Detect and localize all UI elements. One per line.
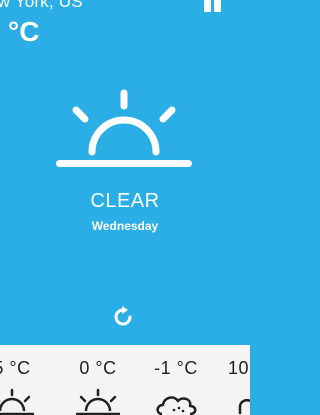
forecast-temperature: 0 °C (79, 358, 117, 378)
forecast-item[interactable]: 0 °C (68, 345, 128, 415)
battery-icon (204, 0, 221, 12)
current-weather-panel: ew York, US °C CLEAR Wednesday (0, 0, 250, 345)
forecast-item[interactable]: 10 (222, 345, 250, 415)
forecast-temperature: 10 (228, 358, 250, 378)
cloud-icon (156, 396, 197, 415)
forecast-item[interactable]: -1 °C (146, 345, 206, 415)
forecast-item[interactable]: 5 °C (0, 345, 42, 415)
refresh-icon[interactable] (110, 304, 136, 330)
forecast-temperature: 5 °C (0, 358, 31, 378)
sunrise-icon (56, 89, 192, 167)
sunrise-icon (0, 388, 34, 415)
forecast-strip[interactable]: 5 °C 0 °C -1 °C 10 (0, 345, 250, 415)
location-label: ew York, US (0, 0, 83, 11)
partial-icon (238, 399, 250, 414)
current-temperature: °C (8, 16, 40, 47)
forecast-temperature: -1 °C (154, 358, 198, 378)
day-label: Wednesday (91, 219, 159, 233)
condition-label: CLEAR (90, 190, 160, 212)
sunrise-icon (76, 388, 120, 415)
